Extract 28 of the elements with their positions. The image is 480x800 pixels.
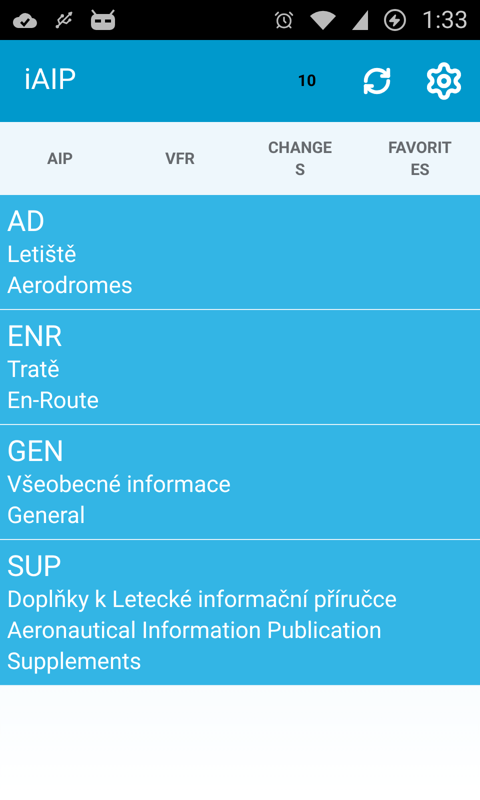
signal-icon (352, 10, 368, 30)
tab[interactable]: CHANGES (240, 122, 360, 195)
section-description: Všeobecné informace (7, 470, 232, 500)
alarm-icon (274, 10, 294, 30)
battery-icon (384, 9, 406, 31)
status-time: 1:33 (422, 5, 468, 36)
wifi-icon (310, 10, 336, 30)
section-description: Aerodromes (7, 271, 134, 301)
section-description: General (7, 501, 86, 531)
app-title: iAIP (24, 62, 78, 100)
robot-face-icon (90, 9, 116, 31)
section-description: Doplňky k Letecké informační příručce (7, 585, 398, 615)
section-code: ENR (7, 320, 64, 354)
section-description: En-Route (7, 386, 100, 416)
tab[interactable]: AIP (0, 122, 120, 195)
tab[interactable]: FAVORITES (360, 122, 480, 195)
settings-button[interactable] (424, 61, 464, 101)
section-description: Tratě (7, 355, 60, 385)
section-description: Letiště (7, 240, 78, 270)
cloud-check-icon (12, 11, 38, 29)
refresh-button[interactable] (362, 66, 392, 96)
section-code: SUP (7, 550, 62, 584)
usb-icon (54, 10, 74, 30)
update-count: 10 (298, 70, 316, 92)
tab[interactable]: VFR (120, 122, 240, 195)
section-code: GEN (7, 435, 65, 469)
section-code: AD (7, 205, 46, 239)
section-description: Aeronautical Information Publication Supplements (7, 616, 383, 677)
